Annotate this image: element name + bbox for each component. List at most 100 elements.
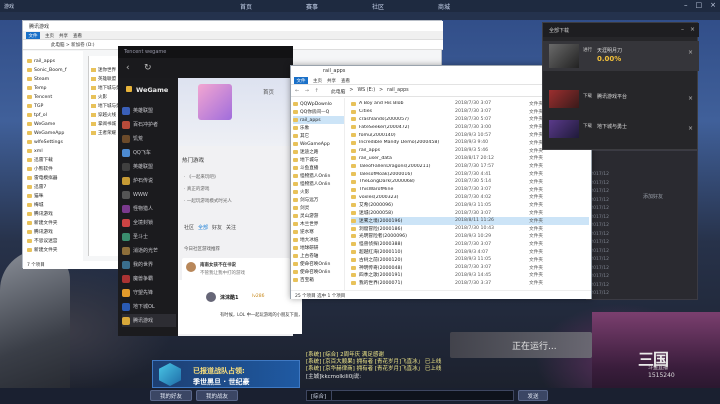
tree-item[interactable]: 新建文件夹 xyxy=(27,219,57,227)
tree-item[interactable]: 怪物猎人Onlin xyxy=(293,180,344,188)
tree-item[interactable]: Tencent xyxy=(27,93,52,101)
breadcrumb-item[interactable]: WS (E:) xyxy=(357,88,375,95)
file-row-selected[interactable]: 迷雾之境(2000196) 2018/8/11 11:26 文件夹 xyxy=(351,217,589,225)
cancel-download-icon[interactable]: × xyxy=(688,125,693,132)
list-item[interactable]: 火影 xyxy=(91,93,107,101)
tree-item[interactable]: 剑灵 xyxy=(293,204,344,212)
tree-item[interactable]: Sonic_Boom_f xyxy=(27,66,67,74)
tree-item[interactable]: 腾讯游戏 xyxy=(27,228,53,236)
file-row[interactable]: 怪兽侦探(2000388) 2018/7/30 3:07 文件夹 xyxy=(351,240,589,248)
file-row[interactable]: 古树之前(2000120) 2018/9/3 11:05 文件夹 xyxy=(351,256,589,264)
sidebar-game[interactable]: 饥荒 xyxy=(122,132,176,145)
game-nav-item[interactable]: 社区 xyxy=(372,2,384,11)
tree-item[interactable]: 不思议迷宫 xyxy=(27,237,57,245)
tree-item[interactable]: 其它 xyxy=(293,132,344,140)
sidebar-game[interactable]: 怪物猎人 xyxy=(122,202,176,215)
ribbon-tab[interactable]: 查看 xyxy=(73,33,82,39)
tree-item[interactable]: 百宝箱 xyxy=(293,276,344,284)
tree-item[interactable]: WeGame xyxy=(27,120,55,128)
league-promo[interactable]: 已报道战队占领: 季世黑旦 · 世纪豪 xyxy=(152,360,300,388)
news-item[interactable]: · 真正的游戏 xyxy=(184,186,209,192)
list-item[interactable]: 掌阅书城 xyxy=(91,120,116,128)
file-row[interactable]: rail_user_data 2018/8/17 20:12 文件夹 xyxy=(351,155,589,163)
tree-item[interactable]: Temp xyxy=(27,84,47,92)
sidebar-game[interactable]: 腾讯游戏 xyxy=(122,314,176,327)
file-row[interactable]: TheLongDark(2000068) 2018/7/30 5:14 文件夹 xyxy=(351,178,589,186)
sidebar-game[interactable]: WWW xyxy=(122,188,176,201)
tab-all[interactable]: 全部 xyxy=(198,224,208,231)
file-row[interactable]: 我的世界(2000071) 2018/7/30 3:37 文件夹 xyxy=(351,279,589,287)
post-author[interactable]: 南南女孩不在书说 xyxy=(200,262,236,268)
minimize-icon[interactable]: – xyxy=(681,26,684,33)
chat-input[interactable] xyxy=(306,390,514,401)
tab-follow[interactable]: 关注 xyxy=(226,224,236,231)
back-icon[interactable]: ‹ xyxy=(126,63,130,73)
tree-item[interactable]: 迷途之路 xyxy=(293,148,344,156)
download-item[interactable]: 下载 地下城与勇士 × xyxy=(543,117,699,141)
breadcrumb-item[interactable]: 此电脑 xyxy=(331,88,345,95)
sidebar-game[interactable]: 消逝的光芒 xyxy=(122,244,176,257)
ribbon-tab[interactable]: 查看 xyxy=(341,78,350,84)
game-nav-item[interactable]: 首页 xyxy=(240,2,252,11)
tree-item[interactable]: QQ你房间—Q xyxy=(293,108,344,116)
tree-item[interactable]: 地下城与 xyxy=(293,156,344,164)
tree-item[interactable]: 逆水寒 xyxy=(293,228,344,236)
sidebar-game[interactable]: 魔兽争霸 xyxy=(122,272,176,285)
list-item[interactable]: 英雄联盟 xyxy=(91,75,116,83)
tree-item[interactable]: wlfeSettings xyxy=(27,138,63,146)
cancel-download-icon[interactable]: × xyxy=(688,49,693,56)
news-item[interactable]: · 《一起来玩吧》 xyxy=(184,174,218,180)
tab-friends[interactable]: 好友 xyxy=(212,224,222,231)
minimize-icon[interactable]: – xyxy=(684,1,688,9)
sidebar-game[interactable]: 我的世界 xyxy=(122,258,176,271)
chat-channel-select[interactable]: [综合] xyxy=(306,390,332,401)
game-nav-item[interactable]: 赛事 xyxy=(306,2,318,11)
sidebar-game[interactable]: QQ飞车 xyxy=(122,146,176,159)
tree-item[interactable]: 新建文件夹 xyxy=(27,246,57,254)
file-row[interactable]: 神明传奇(2000048) 2018/7/30 3:07 文件夹 xyxy=(351,264,589,272)
ribbon-tab[interactable]: 共享 xyxy=(327,78,336,84)
file-row[interactable]: 迷城(2000058) 2018/7/30 3:07 文件夹 xyxy=(351,209,589,217)
tree-item[interactable]: 使命召唤Onlin xyxy=(293,260,344,268)
tree-item[interactable]: 地球研研 xyxy=(293,244,344,252)
tree-item[interactable]: 小熊软件 xyxy=(27,165,53,173)
download-item[interactable]: 进行 天涯明月刀 0.00% × xyxy=(543,41,699,71)
tree-item[interactable]: QQWpDownlo xyxy=(293,100,344,108)
tree-item[interactable]: 地大冰纸 xyxy=(293,236,344,244)
tree-item[interactable]: 灵山游游 xyxy=(293,212,344,220)
tree-item[interactable]: 斗鱼直播 xyxy=(293,164,344,172)
tree-item-selected[interactable]: rail_apps xyxy=(293,116,344,124)
sidebar-game[interactable]: 英雄联盟 xyxy=(122,160,176,173)
post-author[interactable]: 沫沫酷1 xyxy=(220,294,238,301)
sidebar-game[interactable]: 圣斗士 xyxy=(122,230,176,243)
breadcrumb-item[interactable]: rail_apps xyxy=(387,88,409,95)
sidebar-game[interactable]: 英雄联盟 xyxy=(122,104,176,117)
sidebar-game[interactable]: 百石冲护者 xyxy=(122,118,176,131)
tab-community[interactable]: 社区 xyxy=(184,224,194,231)
list-item[interactable]: 迷你世界 xyxy=(91,66,116,74)
tree-item[interactable]: 腾讯游戏 xyxy=(27,210,53,218)
ribbon-tab[interactable]: 主页 xyxy=(313,78,322,84)
file-row[interactable]: 超越红海(2000110) 2018/9/3 4:07 文件夹 xyxy=(351,248,589,256)
tree-item[interactable]: 迅雷7 xyxy=(27,183,46,191)
tree-item[interactable]: 火影 xyxy=(293,188,344,196)
game-tab-title[interactable]: 游戏 xyxy=(4,3,14,10)
my-friends-button[interactable]: 我的好友 xyxy=(150,390,192,401)
file-row[interactable]: 四季之歌(2000191) 2018/9/3 14:45 文件夹 xyxy=(351,272,589,280)
file-row[interactable]: 洞窟冒险(2000186) 2018/7/30 10:43 文件夹 xyxy=(351,225,589,233)
tree-item[interactable]: Steam xyxy=(27,75,49,83)
ribbon-file-tab[interactable]: 文件 xyxy=(294,77,308,84)
tree-item[interactable]: xml xyxy=(27,147,43,155)
file-row[interactable]: TaleofFallenDragons(2000211) 2018/7/30 17… xyxy=(351,162,589,170)
list-item[interactable]: 穿越火线 xyxy=(91,111,116,119)
tree-item[interactable]: 雷电模拟器 xyxy=(27,174,57,182)
my-teammates-button[interactable]: 我的战友 xyxy=(196,390,238,401)
add-friend-hint[interactable]: 添加好友 xyxy=(643,193,663,200)
sidebar-game[interactable]: 全境封锁 xyxy=(122,216,176,229)
file-row[interactable]: 艾希(2000096) 2018/9/3 11:05 文件夹 xyxy=(351,201,589,209)
tree-item[interactable]: 上古卷轴 xyxy=(293,252,344,260)
cancel-download-icon[interactable]: × xyxy=(688,95,693,102)
tree-item[interactable]: WeGameApp xyxy=(293,140,344,148)
file-row[interactable]: 光明冒险者(2000096) 2018/9/3 10:29 文件夹 xyxy=(351,233,589,241)
tree-item[interactable]: 迅雷下载 xyxy=(27,156,53,164)
